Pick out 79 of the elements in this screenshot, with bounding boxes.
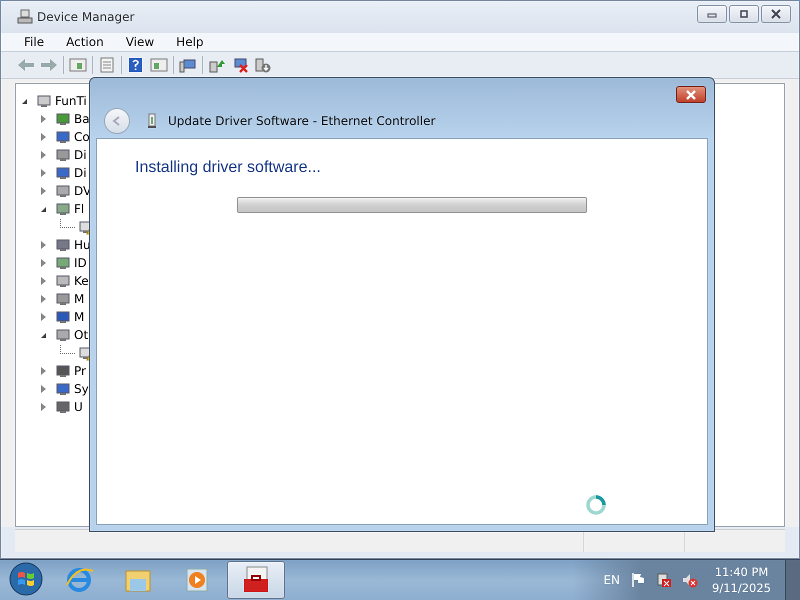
maximize-icon [738, 10, 750, 18]
device-icon [55, 183, 71, 199]
device-icon [55, 165, 71, 181]
device-icon [55, 363, 71, 379]
device-icon [55, 273, 71, 289]
maximize-button[interactable] [729, 5, 759, 23]
expand-arrow-icon[interactable] [41, 187, 46, 195]
device-icon [55, 237, 71, 253]
minimize-button[interactable] [697, 5, 727, 23]
forward-arrow-icon[interactable] [40, 57, 58, 73]
expand-arrow-icon[interactable] [41, 313, 46, 321]
window-title: Device Manager [37, 10, 134, 24]
dialog-title: Update Driver Software - Ethernet Controller [168, 114, 436, 128]
expand-arrow-icon[interactable] [41, 403, 46, 411]
device-icon [55, 111, 71, 127]
menu-item[interactable]: File [13, 33, 56, 51]
help-icon[interactable] [127, 57, 145, 73]
device-icon [55, 201, 71, 217]
collapse-arrow-icon[interactable] [41, 332, 46, 338]
disable-device-icon[interactable] [254, 57, 272, 73]
expand-arrow-icon[interactable] [41, 295, 46, 303]
tree-item[interactable]: Ke [74, 274, 89, 288]
close-icon [685, 90, 697, 100]
device-icon [55, 309, 71, 325]
close-icon [770, 9, 782, 19]
tree-item[interactable]: Ba [74, 112, 90, 126]
tree-item[interactable]: U [74, 400, 83, 414]
windows-orb-icon [9, 562, 43, 596]
menu-item[interactable]: Action [55, 33, 115, 51]
menu-item[interactable]: View [114, 33, 166, 51]
expand-arrow-icon[interactable] [41, 115, 46, 123]
expand-arrow-icon[interactable] [41, 241, 46, 249]
tree-item[interactable]: Di [74, 148, 87, 162]
close-button[interactable] [676, 86, 706, 103]
tree-item[interactable]: Fl [74, 202, 84, 216]
expand-arrow-icon[interactable] [41, 385, 46, 393]
taskbar-button[interactable] [227, 561, 285, 599]
device-icon [55, 399, 71, 415]
expand-arrow-icon[interactable] [41, 151, 46, 159]
expand-arrow-icon[interactable] [41, 367, 46, 375]
device-icon [55, 147, 71, 163]
collapse-arrow-icon[interactable] [22, 98, 27, 104]
expand-arrow-icon[interactable] [41, 259, 46, 267]
device-icon [55, 291, 71, 307]
expand-arrow-icon[interactable] [41, 133, 46, 141]
loading-spinner-icon [585, 494, 607, 516]
tree-item[interactable]: Sy [74, 382, 89, 396]
device-icon [55, 327, 71, 343]
back-arrow-icon[interactable] [17, 57, 35, 73]
browser-icon [64, 565, 94, 595]
toolbox-icon [241, 565, 271, 595]
tree-item[interactable]: Pr [74, 364, 86, 378]
tree-item[interactable]: Co [74, 130, 90, 144]
close-button[interactable] [761, 5, 791, 23]
tree-item[interactable]: FunTi [55, 94, 87, 108]
menu-item[interactable]: Help [165, 33, 215, 51]
tree-item[interactable]: Ot [74, 328, 88, 342]
device-icon [55, 129, 71, 145]
speaker-muted-icon[interactable] [682, 572, 698, 588]
panel-icon[interactable] [150, 57, 168, 73]
tree-item[interactable]: Di [74, 166, 87, 180]
tree-item[interactable]: M [74, 310, 84, 324]
clock[interactable]: 11:40 PM 9/11/2025 [708, 564, 775, 596]
expand-arrow-icon[interactable] [41, 169, 46, 177]
collapse-arrow-icon[interactable] [41, 206, 46, 212]
back-button[interactable] [104, 108, 130, 134]
panel-icon[interactable] [69, 57, 87, 73]
status-heading: Installing driver software... [135, 159, 322, 177]
flag-icon[interactable] [630, 572, 646, 588]
expand-arrow-icon[interactable] [41, 277, 46, 285]
tree-item[interactable]: ID [74, 256, 87, 270]
network-error-icon[interactable] [656, 572, 672, 588]
computer-icon [17, 9, 33, 25]
tree-item[interactable]: M [74, 292, 84, 306]
scan-hardware-icon[interactable] [179, 57, 197, 73]
device-icon [36, 93, 52, 109]
properties-icon[interactable] [98, 57, 116, 73]
device-icon [55, 381, 71, 397]
device-icon [55, 255, 71, 271]
